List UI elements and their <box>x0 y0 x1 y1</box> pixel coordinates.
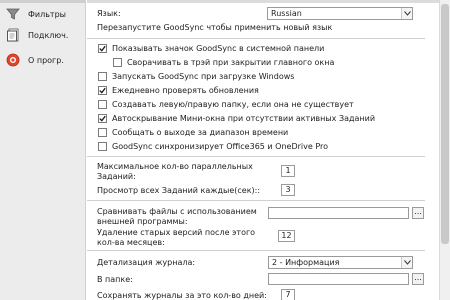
log-keep-days-label: Сохранять журналы за это кол-во дней: <box>97 291 267 300</box>
option-report-time-range[interactable]: Сообщать о выходе за диапазон времени <box>98 127 288 138</box>
language-hint: Перезапустите GoodSync чтобы применить н… <box>97 23 333 32</box>
scan-interval-input[interactable]: 3 <box>281 184 295 196</box>
option-show-tray-icon[interactable]: Показывать значок GoodSync в системной п… <box>98 43 324 54</box>
option-label: Запускать GoodSync при загрузке Windows <box>112 72 295 81</box>
option-autohide-mini-window[interactable]: Автоскрывание Мини-окна при отсутствии а… <box>98 113 375 124</box>
option-label: Ежедневно проверять обновления <box>112 86 259 95</box>
sidebar-item-filters[interactable]: Фильтры <box>4 4 82 24</box>
sidebar: Фильтры Подключ. О прогр. <box>0 0 86 300</box>
option-start-with-windows[interactable]: Запускать GoodSync при загрузке Windows <box>98 71 294 82</box>
sidebar-item-label: О прогр. <box>28 55 64 65</box>
checkbox[interactable] <box>98 100 107 109</box>
sidebar-item-label: Фильтры <box>28 9 66 19</box>
checkbox[interactable] <box>98 86 107 95</box>
log-folder-label: В папке: <box>97 275 133 284</box>
option-label: Сворачивать в трэй при закрытии главного… <box>127 58 335 67</box>
sidebar-item-about[interactable]: О прогр. <box>4 50 82 70</box>
log-folder-input[interactable] <box>268 273 409 285</box>
option-create-missing-folder[interactable]: Создавать левую/правую папку, если она н… <box>98 99 354 110</box>
option-label: GoodSync синхронизирует Office365 и OneD… <box>112 142 329 151</box>
log-folder-browse-button[interactable]: ... <box>412 273 424 285</box>
versions-label: Удаление старых версий после этого <box>97 228 256 237</box>
versions-months-input[interactable]: 12 <box>278 230 295 242</box>
log-keep-days-input[interactable]: 7 <box>281 289 295 300</box>
options-panel: Язык: Russian Перезапустите GoodSync что… <box>87 0 450 300</box>
chevron-down-icon <box>401 8 412 19</box>
scan-interval-label: Просмотр всех Заданий каждые(сек):: <box>97 186 261 195</box>
panel-top-edge <box>87 0 450 3</box>
divider <box>87 38 425 39</box>
chevron-down-icon <box>401 257 412 268</box>
funnel-icon <box>4 5 22 23</box>
info-icon <box>4 51 22 69</box>
option-label: Автоскрывание Мини-окна при отсутствии а… <box>112 114 376 123</box>
compare-browse-button[interactable]: ... <box>412 207 424 219</box>
checkbox[interactable] <box>98 128 107 137</box>
document-icon <box>4 26 22 44</box>
scrollbar-thumb[interactable] <box>441 4 449 244</box>
log-detail-label: Детализация журнала: <box>97 258 196 267</box>
language-select-value: Russian <box>271 9 302 18</box>
max-parallel-label: Заданий: <box>97 172 136 181</box>
max-parallel-label: Максимальное кол-во параллельных <box>97 162 253 171</box>
checkbox[interactable] <box>113 58 122 67</box>
checkbox[interactable] <box>98 44 107 53</box>
option-label: Сообщать о выходе за диапазон времени <box>112 128 289 137</box>
sidebar-top-edge <box>0 0 86 3</box>
compare-program-input[interactable] <box>268 207 409 219</box>
option-label: Показывать значок GoodSync в системной п… <box>112 44 325 53</box>
language-select[interactable]: Russian <box>267 7 413 20</box>
versions-label: кол-ва месяцев: <box>97 238 165 247</box>
language-label: Язык: <box>97 9 121 18</box>
option-label: Создавать левую/правую папку, если она н… <box>112 100 354 109</box>
divider <box>87 156 425 157</box>
option-office365-sync[interactable]: GoodSync синхронизирует Office365 и OneD… <box>98 141 328 152</box>
sidebar-item-label: Подключ. <box>28 30 69 40</box>
divider <box>87 200 425 201</box>
sidebar-item-connections[interactable]: Подключ. <box>4 25 82 45</box>
compare-label: внешней программы: <box>97 217 188 226</box>
option-check-updates-daily[interactable]: Ежедневно проверять обновления <box>98 85 259 96</box>
checkbox[interactable] <box>98 142 107 151</box>
divider <box>87 250 425 251</box>
log-detail-select[interactable]: 2 - Информация <box>268 256 413 269</box>
log-detail-value: 2 - Информация <box>272 258 340 267</box>
checkbox[interactable] <box>98 114 107 123</box>
compare-label: Сравнивать файлы с использованием <box>97 207 257 216</box>
max-parallel-input[interactable]: 1 <box>281 165 295 177</box>
option-minimize-to-tray[interactable]: Сворачивать в трэй при закрытии главного… <box>113 57 334 68</box>
checkbox[interactable] <box>98 72 107 81</box>
scrollbar[interactable] <box>439 0 450 300</box>
